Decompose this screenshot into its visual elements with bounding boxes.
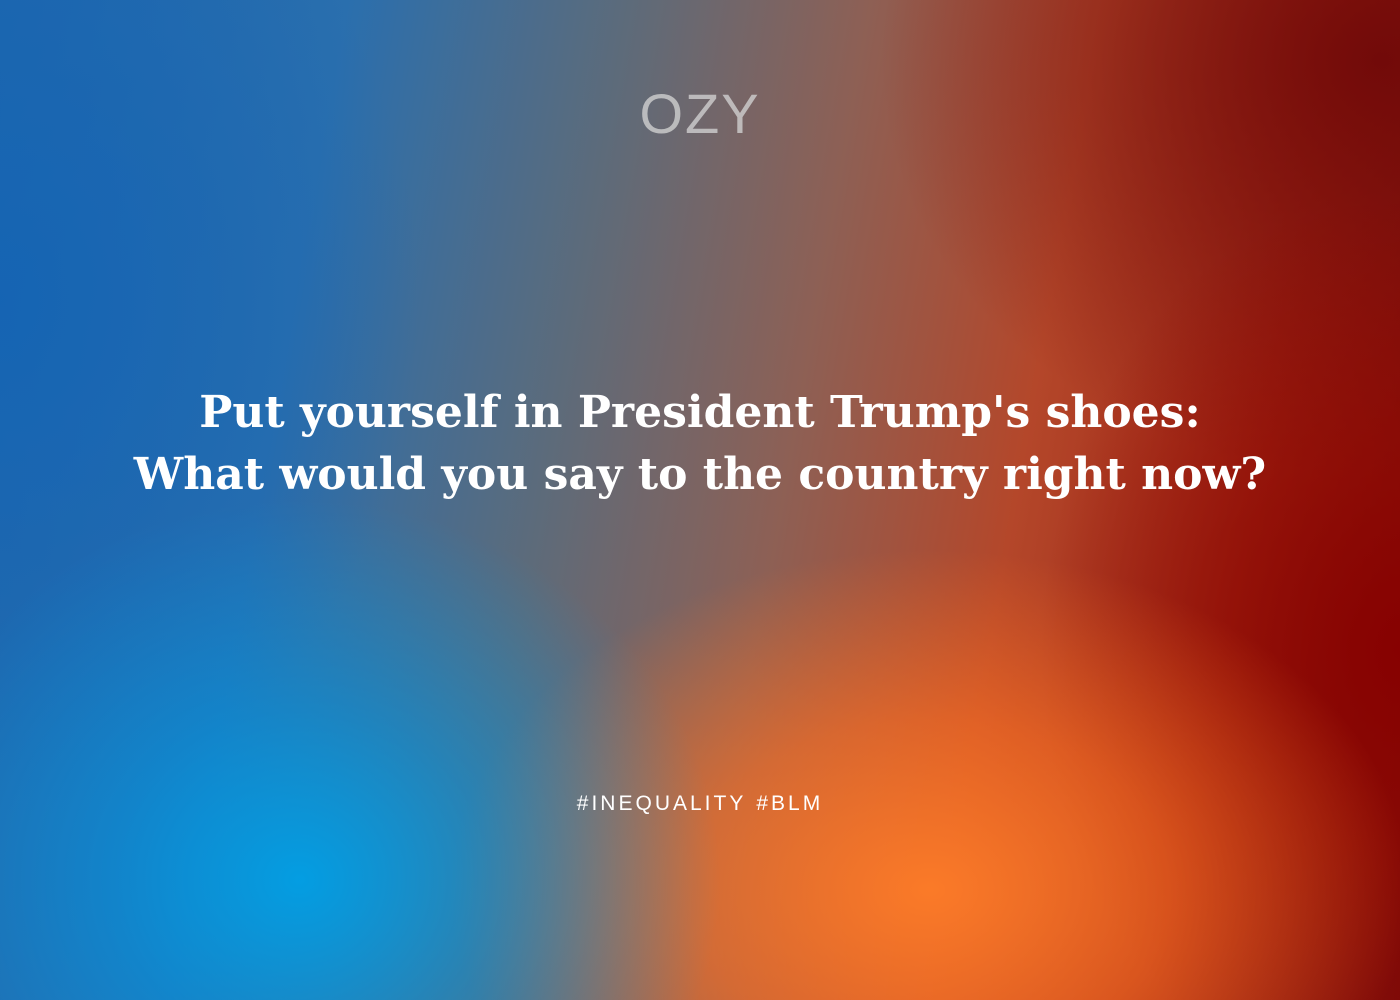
headline-line-2: What would you say to the country right … xyxy=(133,449,1267,500)
hashtag-inequality[interactable]: #INEQUALITY xyxy=(577,792,747,815)
headline: Put yourself in President Trump's shoes:… xyxy=(100,382,1300,506)
ozy-logo: OZY xyxy=(639,82,761,145)
headline-line-1: Put yourself in President Trump's shoes: xyxy=(199,387,1201,438)
hashtag-blm[interactable]: #BLM xyxy=(756,792,823,815)
hashtags: #INEQUALITY #BLM xyxy=(0,792,1400,816)
